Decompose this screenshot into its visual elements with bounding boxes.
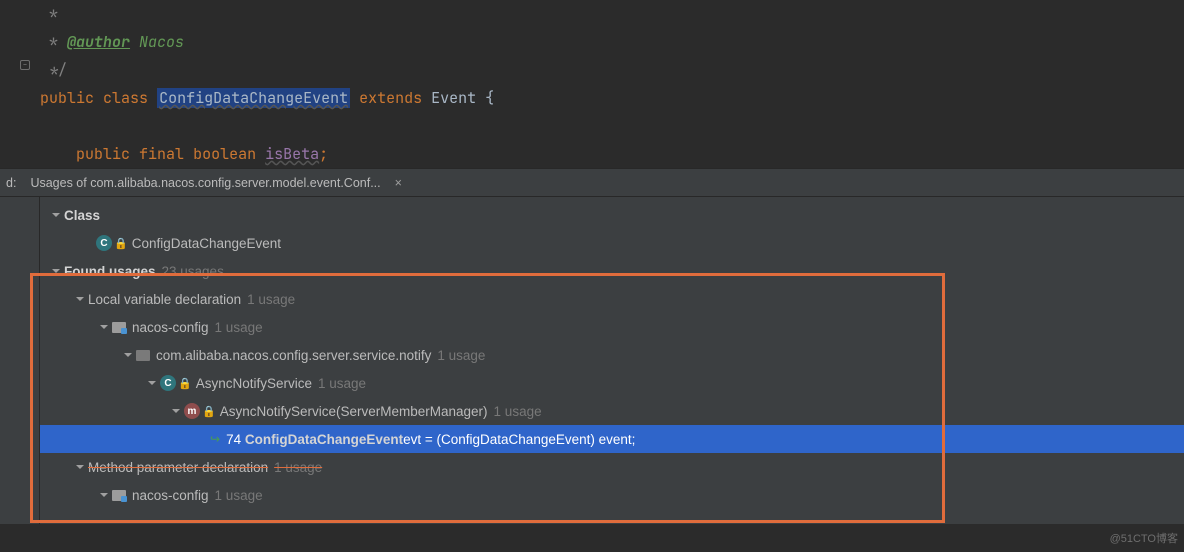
module-icon: [112, 322, 126, 333]
module-icon: [112, 490, 126, 501]
lock-icon: 🔒: [202, 405, 216, 418]
tree-node-module[interactable]: nacos-config 1 usage: [40, 481, 1184, 509]
chevron-down-icon[interactable]: [48, 210, 64, 220]
find-usages-pane: Class C 🔒 ConfigDataChangeEvent Found us…: [0, 197, 1184, 524]
chevron-down-icon[interactable]: [96, 322, 112, 332]
lock-icon: 🔒: [114, 237, 128, 250]
chevron-down-icon[interactable]: [72, 462, 88, 472]
class-icon: C: [96, 235, 112, 251]
find-pane-left-label: d:: [6, 176, 16, 190]
tree-node-found-usages[interactable]: Found usages 23 usages: [40, 257, 1184, 285]
lock-icon: 🔒: [178, 377, 192, 390]
chevron-down-icon[interactable]: [120, 350, 136, 360]
watermark: @51CTO博客: [1110, 530, 1178, 546]
tree-node-usage-line[interactable]: ↪ 74 ConfigDataChangeEvent evt = (Config…: [40, 425, 1184, 453]
tree-node-class-section[interactable]: Class: [40, 201, 1184, 229]
tree-node-method-param[interactable]: Method parameter declaration 1 usage: [40, 453, 1184, 481]
class-icon: C: [160, 375, 176, 391]
tree-node-constructor[interactable]: m 🔒 AsyncNotifyService(ServerMemberManag…: [40, 397, 1184, 425]
code-line: */: [40, 56, 1184, 84]
find-pane-tab-title[interactable]: Usages of com.alibaba.nacos.config.serve…: [24, 172, 386, 194]
code-line: public class ConfigDataChangeEvent exten…: [40, 84, 1184, 112]
tree-node-package[interactable]: com.alibaba.nacos.config.server.service.…: [40, 341, 1184, 369]
tree-node-service-class[interactable]: C 🔒 AsyncNotifyService 1 usage: [40, 369, 1184, 397]
code-line: [40, 112, 1184, 140]
code-editor[interactable]: * * @author Nacos - */ public class Conf…: [0, 0, 1184, 168]
fold-icon[interactable]: -: [20, 60, 30, 70]
code-line: *: [40, 0, 1184, 28]
read-access-icon: ↪: [210, 432, 220, 446]
chevron-down-icon[interactable]: [144, 378, 160, 388]
find-pane-header: d: Usages of com.alibaba.nacos.config.se…: [0, 168, 1184, 197]
code-line: * @author Nacos: [40, 28, 1184, 56]
code-line: public final boolean isBeta;: [40, 140, 1184, 168]
close-icon[interactable]: ×: [395, 176, 402, 190]
package-icon: [136, 350, 150, 361]
tree-node-class-item[interactable]: C 🔒 ConfigDataChangeEvent: [40, 229, 1184, 257]
chevron-down-icon[interactable]: [96, 490, 112, 500]
chevron-down-icon[interactable]: [168, 406, 184, 416]
tree-node-local-var[interactable]: Local variable declaration 1 usage: [40, 285, 1184, 313]
tree-node-module[interactable]: nacos-config 1 usage: [40, 313, 1184, 341]
toolwindow-side-toolbar[interactable]: [0, 197, 40, 524]
line-number: 74: [226, 432, 241, 447]
chevron-down-icon[interactable]: [48, 266, 64, 276]
usages-tree[interactable]: Class C 🔒 ConfigDataChangeEvent Found us…: [40, 197, 1184, 524]
chevron-down-icon[interactable]: [72, 294, 88, 304]
method-icon: m: [184, 403, 200, 419]
